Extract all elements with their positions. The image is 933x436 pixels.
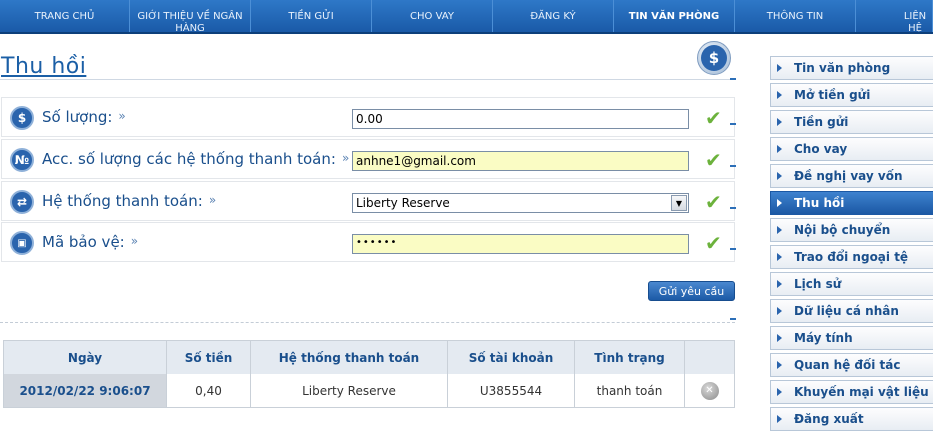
sidebar-item-office-news[interactable]: Tin văn phòng [770,56,933,80]
nav-item-loans[interactable]: CHO VAY [372,0,493,32]
triangle-right-icon [777,145,782,153]
security-code-input[interactable]: •••••• [352,234,689,254]
sidebar-item-open-deposit[interactable]: Mở tiền gửi [770,83,933,107]
sidebar-item-personal-data[interactable]: Dữ liệu cá nhân [770,299,933,323]
chevron-icon: » [341,151,350,165]
form-row-payment-account: № Acc. số lượng các hệ thống thanh toán:… [1,139,735,179]
sidebar-menu: Tin văn phòng Mở tiền gửi Tiền gửi Cho v… [770,56,933,434]
triangle-right-icon [777,64,782,72]
sidebar-item-calculator[interactable]: Máy tính [770,326,933,350]
nav-item-register[interactable]: ĐĂNG KÝ [493,0,614,32]
cell-amount: 0,40 [167,374,251,407]
sidebar-item-withdraw[interactable]: Thu hồi [770,191,933,215]
chevron-icon: » [208,193,217,207]
top-navigation: TRANG CHỦ GIỚI THIỆU VỀ NGÂN HÀNG TIỀN G… [0,0,933,34]
triangle-right-icon [777,361,782,369]
triangle-right-icon [777,334,782,342]
section-separator [0,322,735,323]
sidebar-item-loans[interactable]: Cho vay [770,137,933,161]
triangle-right-icon [777,280,782,288]
cell-status: thanh toán [575,374,685,407]
exchange-icon: ⇄ [10,190,34,214]
check-icon: ✔ [705,148,722,172]
sidebar-item-loan-request[interactable]: Đề nghị vay vốn [770,164,933,188]
chevron-icon: » [118,109,126,123]
form-row-payment-system: ⇄ Hệ thống thanh toán:» Liberty Reserve … [1,181,735,221]
nav-item-deposits[interactable]: TIỀN GỬI [251,0,372,32]
cell-account: U3855544 [448,374,575,407]
column-header-date: Ngày [4,341,167,374]
nav-item-contact[interactable]: LIÊN HỆ [856,0,933,32]
page-root: TRANG CHỦ GIỚI THIỆU VỀ NGÂN HÀNG TIỀN G… [0,0,933,436]
numero-icon: № [10,148,34,172]
cell-payment-system: Liberty Reserve [251,374,448,407]
form-row-amount: $ Số lượng:» 0.00 ✔ [1,97,735,137]
check-icon: ✔ [705,231,722,255]
triangle-right-icon [777,415,782,423]
triangle-right-icon [777,199,782,207]
payment-system-select[interactable]: Liberty Reserve ▼ [352,193,689,213]
sidebar-item-history[interactable]: Lịch sử [770,272,933,296]
triangle-right-icon [777,118,782,126]
submit-request-button[interactable]: Gửi yêu cầu [648,281,735,301]
amount-label: Số lượng:» [42,108,126,126]
table-row: 2012/02/22 9:06:07 0,40 Liberty Reserve … [4,374,734,407]
sidebar-item-logout[interactable]: Đăng xuất [770,407,933,431]
check-icon: ✔ [705,190,722,214]
column-header-amount: Số tiền [167,341,251,374]
column-header-status: Tình trạng [575,341,685,374]
payment-account-label: Acc. số lượng các hệ thống thanh toán:» [42,150,350,168]
row-dash [730,248,736,250]
amount-input[interactable]: 0.00 [352,109,689,129]
row-dash [730,207,736,209]
table-header-row: Ngày Số tiền Hệ thống thanh toán Số tài … [4,341,734,374]
column-header-actions [685,341,734,374]
triangle-right-icon [777,91,782,99]
nav-item-home[interactable]: TRANG CHỦ [0,0,130,32]
triangle-right-icon [777,307,782,315]
lock-icon: ▣ [10,231,34,255]
dropdown-arrow-icon[interactable]: ▼ [671,195,687,211]
payment-account-input[interactable]: anhne1@gmail.com [352,151,689,171]
title-dash [730,78,736,80]
sidebar-item-currency-exchange[interactable]: Trao đổi ngoại tệ [770,245,933,269]
column-header-account: Số tài khoản [448,341,575,374]
nav-item-info[interactable]: THÔNG TIN [735,0,856,32]
delete-icon[interactable]: ✕ [700,381,719,400]
column-header-payment-system: Hệ thống thanh toán [251,341,448,374]
withdraw-sign-button[interactable]: $ [697,41,731,75]
security-code-label: Mã bảo vệ:» [42,233,139,251]
check-icon: ✔ [705,106,722,130]
form-row-security-code: ▣ Mã bảo vệ:» •••••• ✔ [1,222,735,262]
triangle-right-icon [777,388,782,396]
nav-item-office-news[interactable]: TIN VĂN PHÒNG [614,0,735,32]
sidebar-item-promo-materials[interactable]: Khuyến mại vật liệu [770,380,933,404]
title-divider [0,79,735,80]
sidebar-item-internal-transfer[interactable]: Nội bộ chuyển [770,218,933,242]
dollar-arrow-icon: $ [701,45,727,71]
history-table: Ngày Số tiền Hệ thống thanh toán Số tài … [3,340,735,408]
row-dash [730,165,736,167]
cell-actions: ✕ [685,374,734,407]
triangle-right-icon [777,172,782,180]
cell-date: 2012/02/22 9:06:07 [4,374,167,407]
triangle-right-icon [777,226,782,234]
payment-system-label: Hệ thống thanh toán:» [42,192,217,210]
triangle-right-icon [777,253,782,261]
sidebar-item-partnership[interactable]: Quan hệ đối tác [770,353,933,377]
dollar-icon: $ [10,106,34,130]
row-dash [730,123,736,125]
nav-item-about-bank[interactable]: GIỚI THIỆU VỀ NGÂN HÀNG [130,0,251,32]
page-title: Thu hồi [1,54,87,79]
payment-system-selected: Liberty Reserve [356,196,450,210]
chevron-icon: » [130,234,139,248]
section-dash [730,318,736,320]
sidebar-item-deposits[interactable]: Tiền gửi [770,110,933,134]
